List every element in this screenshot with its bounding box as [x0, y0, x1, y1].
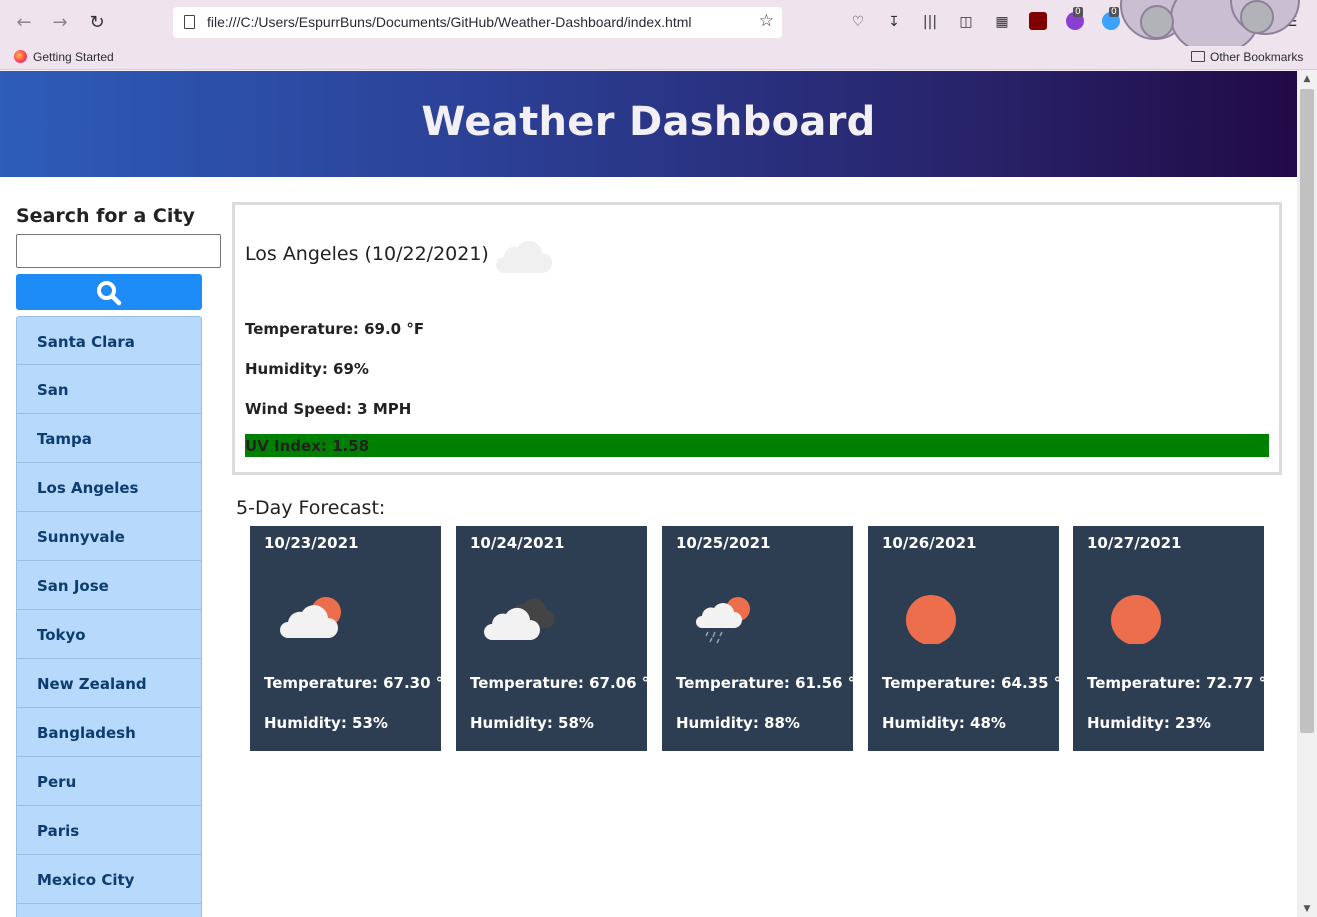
- rain-sun-icon: [696, 597, 750, 644]
- bookmarks-toolbar: Getting Started Other Bookmarks: [0, 46, 1317, 70]
- back-arrow-icon[interactable]: ←: [10, 9, 38, 37]
- city-search-input[interactable]: [16, 234, 221, 268]
- current-weather-card: Los Angeles (10/22/2021) Temperature: 69…: [232, 202, 1282, 475]
- page-header: Weather Dashboard: [0, 71, 1297, 177]
- extension-badge: 0: [1073, 7, 1083, 17]
- cloud-icon: [496, 240, 552, 273]
- forecast-humidity: Humidity: 88%: [676, 714, 800, 732]
- current-city-date: Los Angeles (10/22/2021): [245, 243, 489, 265]
- uv-index-text: UV Index: 1.58: [245, 437, 370, 455]
- forecast-temperature: Temperature: 72.77 °F: [1087, 674, 1277, 692]
- city-item-los-angeles[interactable]: Los Angeles: [16, 463, 202, 512]
- ublock-icon[interactable]: [1029, 12, 1047, 30]
- scroll-down-icon[interactable]: ▼: [1297, 901, 1317, 917]
- city-item-peru[interactable]: Peru: [16, 757, 202, 806]
- bookmark-getting-started[interactable]: Getting Started: [14, 50, 114, 64]
- firefox-icon: [14, 50, 27, 63]
- url-text[interactable]: file:///C:/Users/EspurrBuns/Documents/Gi…: [207, 14, 692, 30]
- download-icon[interactable]: ↧: [884, 12, 904, 32]
- city-item-san-jose[interactable]: San Jose: [16, 561, 202, 610]
- forecast-date: 10/26/2021: [882, 534, 977, 552]
- sidebar-icon[interactable]: ◫: [956, 12, 976, 32]
- forecast-temperature: Temperature: 61.56 °F: [676, 674, 866, 692]
- city-item-san[interactable]: San: [16, 365, 202, 414]
- page-title: Weather Dashboard: [421, 99, 876, 145]
- forecast-date: 10/27/2021: [1087, 534, 1182, 552]
- forecast-date: 10/24/2021: [470, 534, 565, 552]
- current-humidity: Humidity: 69%: [245, 360, 369, 378]
- broken-clouds-icon: [484, 598, 554, 640]
- forecast-humidity: Humidity: 23%: [1087, 714, 1211, 732]
- address-bar[interactable]: file:///C:/Users/EspurrBuns/Documents/Gi…: [173, 7, 782, 38]
- bookmark-other-bookmarks[interactable]: Other Bookmarks: [1191, 50, 1303, 64]
- city-item-mexico-city[interactable]: Mexico City: [16, 855, 202, 904]
- forecast-card: 10/23/2021 Temperature: 67.30 °F Humidit…: [250, 526, 454, 751]
- current-wind-speed: Wind Speed: 3 MPH: [245, 400, 412, 418]
- scrollbar-thumb[interactable]: [1300, 89, 1314, 733]
- scroll-up-icon[interactable]: ▲: [1297, 71, 1317, 87]
- search-icon: [97, 281, 122, 306]
- vertical-scrollbar[interactable]: ▲ ▼: [1297, 71, 1317, 917]
- sun-icon: [1111, 595, 1161, 644]
- forecast-temperature: Temperature: 64.35 °F: [882, 674, 1072, 692]
- container-icon[interactable]: ▦: [992, 12, 1012, 32]
- search-title: Search for a City: [16, 205, 195, 227]
- library-icon[interactable]: |||: [920, 12, 940, 32]
- forecast-humidity: Humidity: 58%: [470, 714, 594, 732]
- forecast-temperature: Temperature: 67.06 °F: [470, 674, 660, 692]
- city-item-sunnyvale[interactable]: Sunnyvale: [16, 512, 202, 561]
- page-viewport: Weather Dashboard Search for a City Sant…: [0, 71, 1297, 917]
- city-item-bangladesh[interactable]: Bangladesh: [16, 708, 202, 757]
- forecast-date: 10/23/2021: [264, 534, 359, 552]
- forecast-date: 10/25/2021: [676, 534, 771, 552]
- forward-arrow-icon[interactable]: →: [46, 9, 74, 37]
- city-item-tokyo[interactable]: Tokyo: [16, 610, 202, 659]
- forecast-humidity: Humidity: 48%: [882, 714, 1006, 732]
- pocket-icon[interactable]: ♡: [848, 12, 868, 32]
- forecast-card: 10/25/2021 Temperature: 61.56 °F Humidit…: [662, 526, 866, 751]
- forecast-temperature: Temperature: 67.30 °F: [264, 674, 454, 692]
- uv-index-bar: UV Index: 1.58: [245, 434, 1269, 457]
- city-item-santa-clara[interactable]: Santa Clara: [16, 316, 202, 365]
- reload-icon[interactable]: ↻: [83, 9, 111, 37]
- city-item-partial[interactable]: [16, 904, 202, 917]
- forecast-card: 10/27/2021 Temperature: 72.77 °F Humidit…: [1073, 526, 1277, 751]
- page-icon: [184, 15, 195, 29]
- folder-icon: [1191, 51, 1205, 62]
- forecast-card: 10/26/2021 Temperature: 64.35 °F Humidit…: [868, 526, 1072, 751]
- forecast-humidity: Humidity: 53%: [264, 714, 388, 732]
- city-item-paris[interactable]: Paris: [16, 806, 202, 855]
- partly-cloudy-icon: [280, 597, 341, 638]
- city-item-tampa[interactable]: Tampa: [16, 414, 202, 463]
- city-item-new-zealand[interactable]: New Zealand: [16, 659, 202, 708]
- forecast-title: 5-Day Forecast:: [236, 497, 386, 519]
- sun-icon: [906, 595, 956, 644]
- bookmark-star-icon[interactable]: ☆: [759, 11, 774, 31]
- search-history-list: Santa Clara San Tampa Los Angeles Sunnyv…: [16, 316, 202, 917]
- search-button[interactable]: [16, 274, 202, 310]
- forecast-card: 10/24/2021 Temperature: 67.06 °F Humidit…: [456, 526, 660, 751]
- current-temperature: Temperature: 69.0 °F: [245, 320, 425, 338]
